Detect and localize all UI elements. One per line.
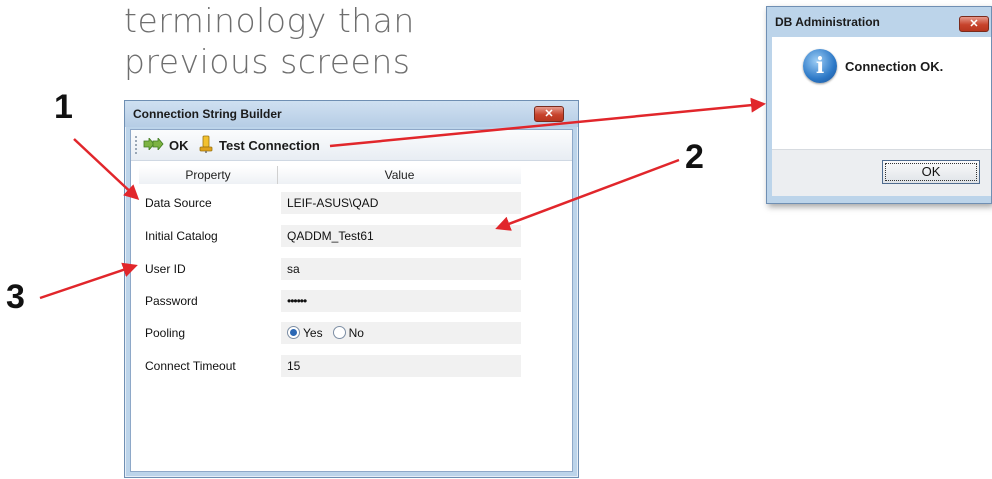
arrow-to-dialog	[329, 97, 766, 148]
arrow-2	[495, 158, 680, 231]
arrow-1	[73, 138, 140, 201]
arrow-3	[39, 262, 138, 300]
callout-arrows	[39, 97, 766, 300]
